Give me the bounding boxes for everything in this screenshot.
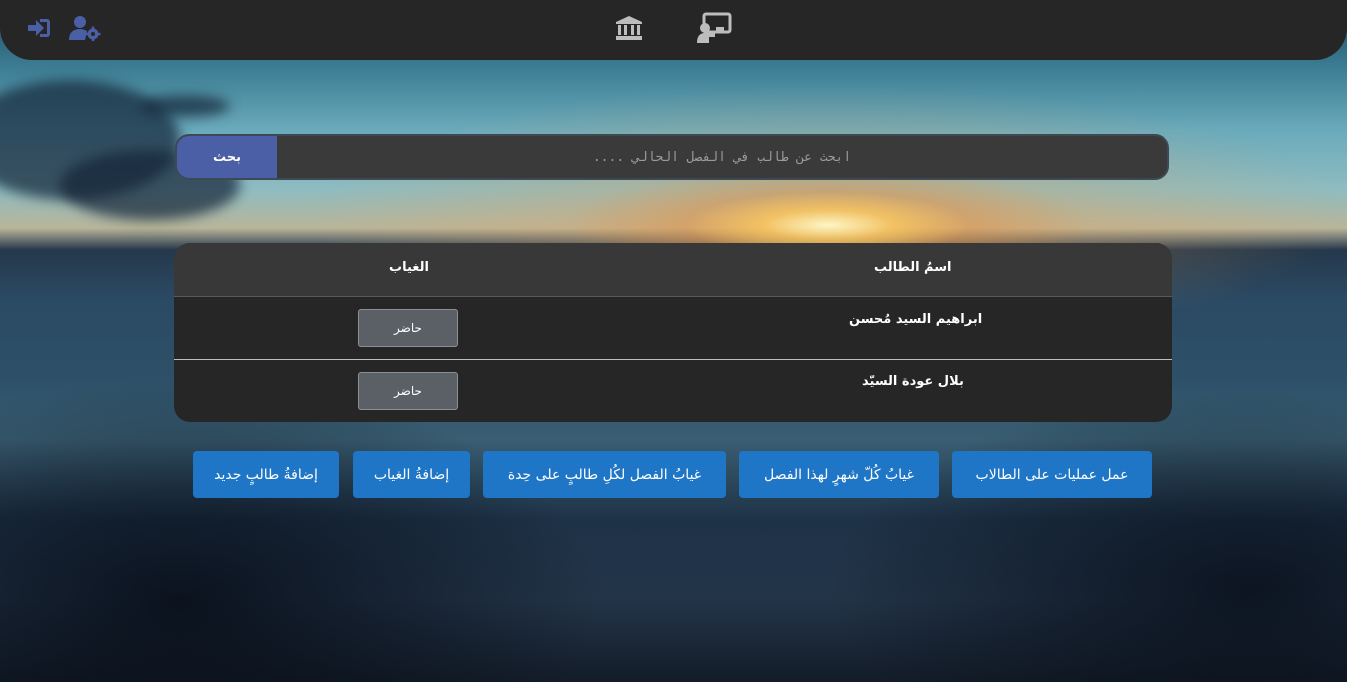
user-settings-icon[interactable] (68, 13, 102, 43)
column-header-absence: الغياب (389, 260, 429, 275)
table-header: اسمُ الطالب الغياب (174, 243, 1172, 297)
table-row: بلال عودة السيّد حاضر (174, 360, 1172, 422)
students-table: اسمُ الطالب الغياب ابراهيم السيد مُحسن ح… (174, 243, 1172, 422)
attendance-status-button[interactable]: حاضر (358, 309, 458, 347)
attendance-status-button[interactable]: حاضر (358, 372, 458, 410)
teacher-board-icon[interactable] (695, 11, 733, 45)
institution-icon[interactable] (613, 12, 645, 44)
search-bar: بحث (175, 134, 1169, 180)
student-name: ابراهيم السيد مُحسن (849, 312, 983, 327)
add-absence-button[interactable]: إضافةُ الغياب (353, 451, 470, 498)
monthly-absence-button[interactable]: غيابُ كُلّ شهرٍ لهذا الفصل (739, 451, 939, 498)
student-operations-button[interactable]: عمل عمليات على الطالاب (952, 451, 1152, 498)
search-input[interactable] (277, 136, 1167, 178)
search-button[interactable]: بحث (177, 136, 277, 178)
add-student-button[interactable]: إضافةُ طالبٍ جديد (193, 451, 339, 498)
top-navbar (0, 0, 1347, 60)
class-absence-per-student-button[interactable]: غيابُ الفصل لكُلِ طالبٍ على حِدة (483, 451, 726, 498)
student-name: بلال عودة السيّد (862, 374, 964, 389)
column-header-name: اسمُ الطالب (874, 260, 952, 275)
table-row: ابراهيم السيد مُحسن حاضر (174, 297, 1172, 360)
logout-icon[interactable] (25, 14, 53, 42)
background-cloud (140, 95, 230, 117)
